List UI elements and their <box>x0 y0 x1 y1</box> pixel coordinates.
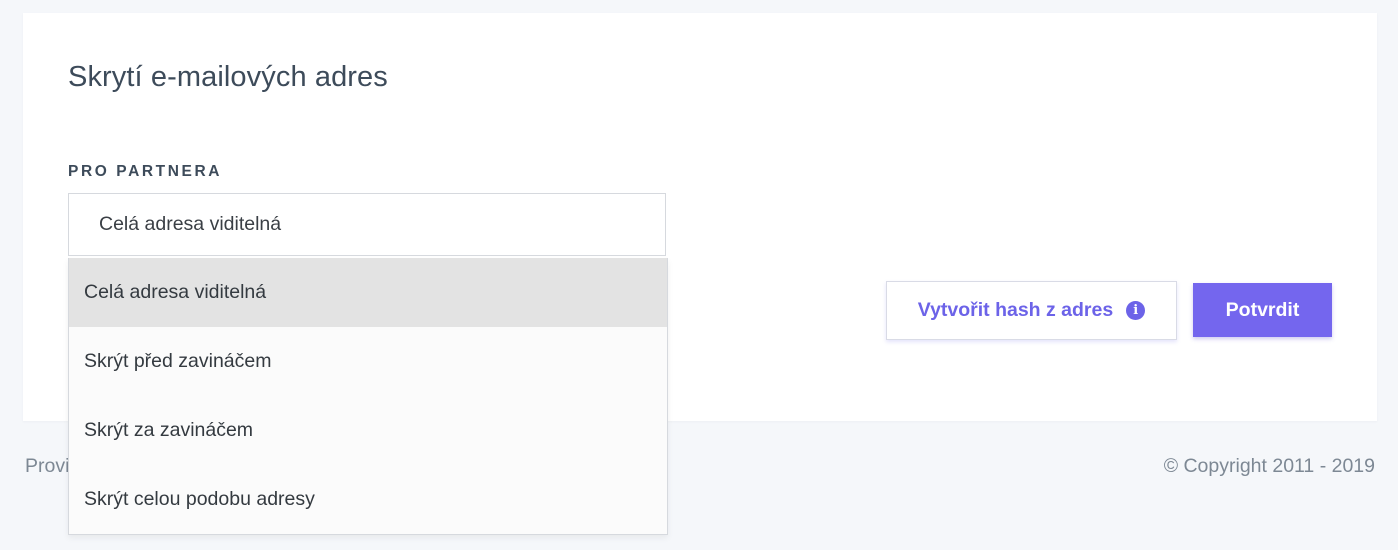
create-hash-button[interactable]: Vytvořit hash z adres i <box>886 281 1177 340</box>
dropdown-option-hide-before-at[interactable]: Skrýt před zavináčem <box>69 327 667 396</box>
info-icon[interactable]: i <box>1126 301 1146 320</box>
option-label: Skrýt celou podobu adresy <box>84 488 315 510</box>
page-title: Skrytí e-mailových adres <box>68 61 388 93</box>
partner-field-label: PRO PARTNERA <box>68 163 223 180</box>
option-label: Skrýt za zavináčem <box>84 419 254 441</box>
footer-copyright: © Copyright 2011 - 2019 <box>1163 455 1375 477</box>
confirm-label: Potvrdit <box>1225 298 1300 321</box>
dropdown-option-hide-entire[interactable]: Skrýt celou podobu adresy <box>69 465 667 534</box>
option-label: Celá adresa viditelná <box>84 281 267 303</box>
partner-select-value: Celá adresa viditelná <box>99 213 282 235</box>
footer-left-text: Provi <box>25 455 70 477</box>
partner-dropdown-list: Celá adresa viditelná Skrýt před zavináč… <box>68 258 668 535</box>
create-hash-label: Vytvořit hash z adres <box>917 299 1114 321</box>
confirm-button[interactable]: Potvrdit <box>1193 283 1332 337</box>
partner-select[interactable]: Celá adresa viditelná <box>68 193 666 256</box>
option-label: Skrýt před zavináčem <box>84 350 272 372</box>
dropdown-option-hide-after-at[interactable]: Skrýt za zavináčem <box>69 396 667 465</box>
dropdown-option-full-visible[interactable]: Celá adresa viditelná <box>69 258 667 327</box>
